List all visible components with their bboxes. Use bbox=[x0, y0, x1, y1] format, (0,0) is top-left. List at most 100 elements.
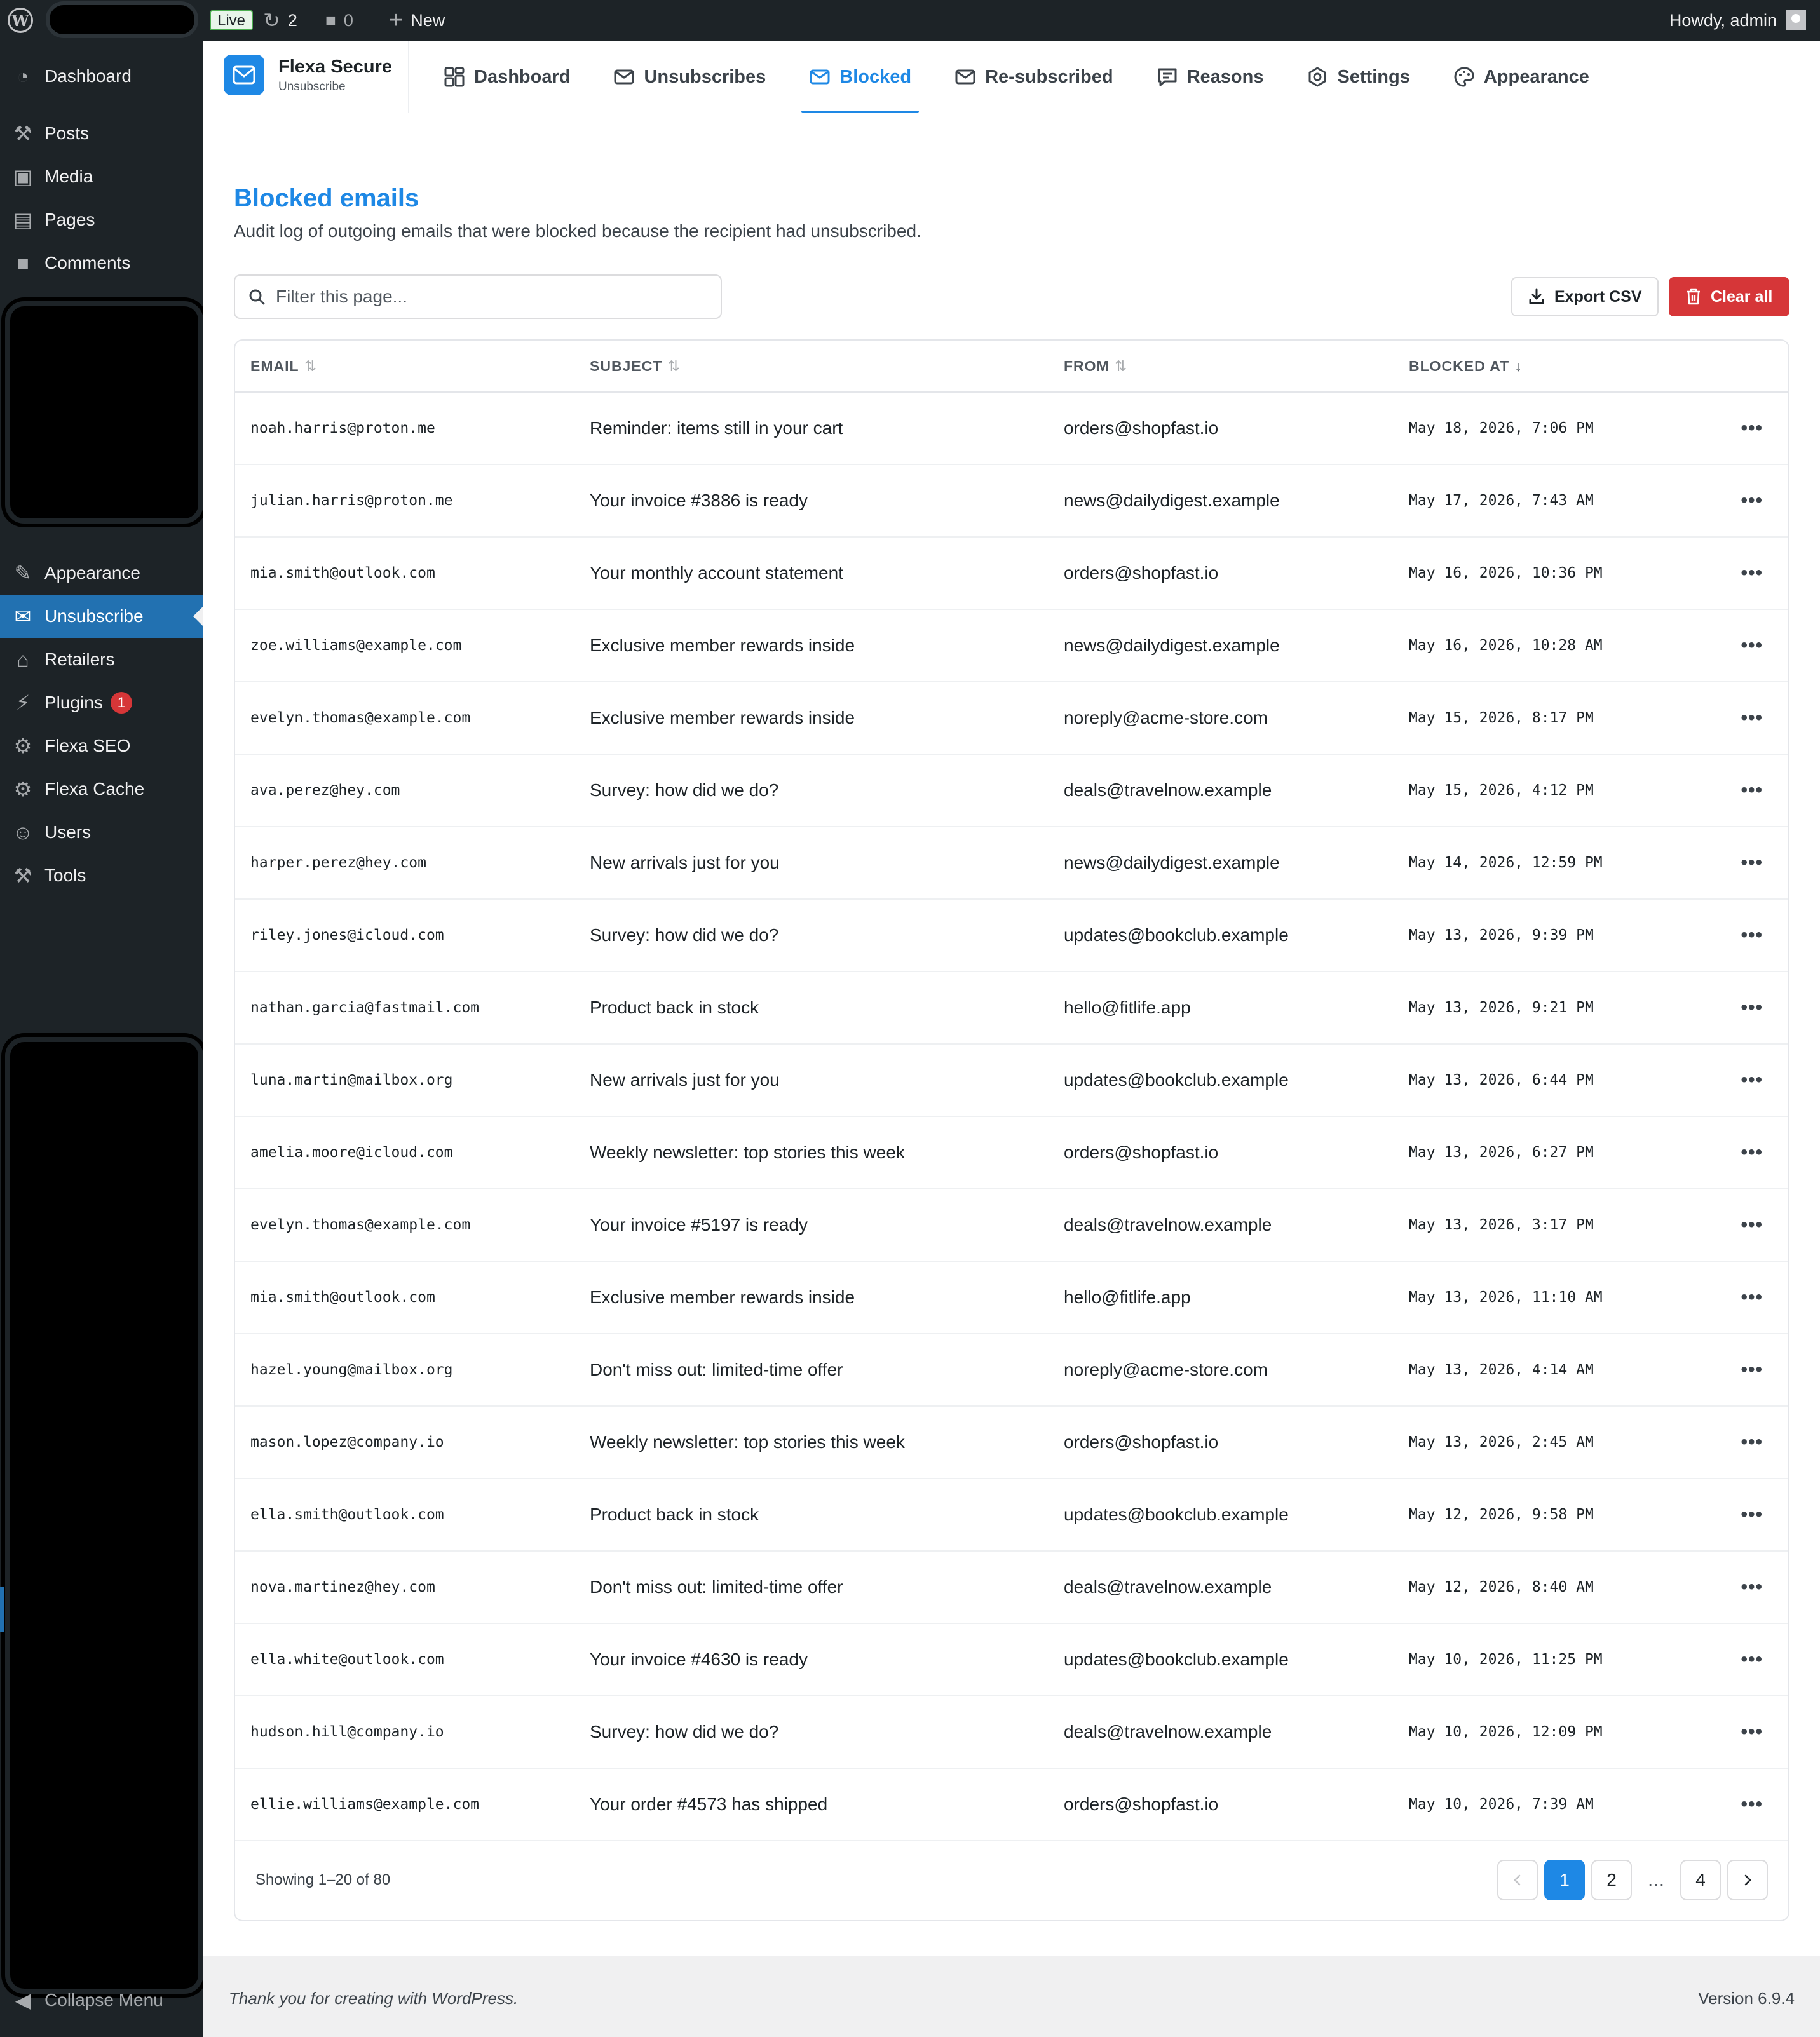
sidebar-item-users[interactable]: ☺ Users bbox=[0, 811, 203, 854]
page-button-4[interactable]: 4 bbox=[1680, 1860, 1721, 1900]
table-footer: Showing 1–20 of 80 1 2 … 4 bbox=[235, 1840, 1788, 1920]
comments-link[interactable]: ■ 0 bbox=[325, 0, 353, 41]
plugin-icon: ⚡ bbox=[15, 691, 31, 714]
admin-footer: Thank you for creating with WordPress. V… bbox=[203, 1956, 1820, 2037]
tab-dashboard[interactable]: Dashboard bbox=[436, 41, 578, 113]
subject-cell: Don't miss out: limited-time offer bbox=[590, 1551, 1064, 1624]
tab-label: Blocked bbox=[839, 66, 912, 87]
sidebar-item-comments[interactable]: ■ Comments bbox=[0, 241, 203, 285]
more-dots-icon: ••• bbox=[1741, 1359, 1763, 1380]
column-header-from[interactable]: FROM ⇅ bbox=[1064, 341, 1409, 393]
more-dots-icon: ••• bbox=[1741, 1504, 1763, 1525]
row-actions-button[interactable]: ••• bbox=[1688, 1261, 1788, 1334]
updates-link[interactable]: ↻ 2 bbox=[263, 0, 297, 41]
subject-cell: Exclusive member rewards inside bbox=[590, 1261, 1064, 1334]
column-header-email[interactable]: EMAIL ⇅ bbox=[235, 341, 590, 393]
plugin-brand[interactable]: Flexa Secure Unsubscribe bbox=[224, 55, 392, 95]
sidebar-item-pages[interactable]: ▤ Pages bbox=[0, 198, 203, 241]
mail-icon bbox=[810, 69, 830, 85]
column-header-blocked-at[interactable]: BLOCKED AT ↓ bbox=[1409, 341, 1688, 393]
sidebar-item-label: Dashboard bbox=[44, 66, 132, 86]
sidebar-item-flexa-seo[interactable]: ⚙ Flexa SEO bbox=[0, 724, 203, 768]
email-cell: ella.white@outlook.com bbox=[235, 1623, 590, 1696]
column-header-subject[interactable]: SUBJECT ⇅ bbox=[590, 341, 1064, 393]
row-actions-button[interactable]: ••• bbox=[1688, 682, 1788, 755]
clear-all-button[interactable]: Clear all bbox=[1669, 277, 1789, 316]
row-actions-button[interactable]: ••• bbox=[1688, 1623, 1788, 1696]
from-cell: deals@travelnow.example bbox=[1064, 1551, 1409, 1624]
sidebar-item-unsubscribe[interactable]: ✉ Unsubscribe bbox=[0, 595, 203, 638]
row-actions-button[interactable]: ••• bbox=[1688, 827, 1788, 900]
download-icon bbox=[1529, 288, 1544, 304]
row-actions-button[interactable]: ••• bbox=[1688, 1696, 1788, 1769]
tab-label: Appearance bbox=[1483, 66, 1589, 87]
tab-reasons[interactable]: Reasons bbox=[1149, 41, 1272, 113]
table-header-row: EMAIL ⇅ SUBJECT ⇅ FROM ⇅ BLOCKED AT ↓ bbox=[235, 341, 1788, 393]
row-actions-button[interactable]: ••• bbox=[1688, 1189, 1788, 1262]
row-actions-button[interactable]: ••• bbox=[1688, 609, 1788, 682]
tab-blocked[interactable]: Blocked bbox=[801, 41, 919, 113]
row-actions-button[interactable]: ••• bbox=[1688, 1479, 1788, 1552]
comment-bubble-icon: ■ bbox=[325, 10, 336, 30]
plugin-header: Flexa Secure Unsubscribe Dashboard Unsub… bbox=[203, 41, 1820, 114]
sidebar-item-appearance[interactable]: ✎ Appearance bbox=[0, 552, 203, 595]
blocked-at-cell: May 10, 2026, 12:09 PM bbox=[1409, 1696, 1688, 1769]
sidebar-item-retailers[interactable]: ⌂ Retailers bbox=[0, 638, 203, 681]
page-button-1[interactable]: 1 bbox=[1544, 1860, 1585, 1900]
prev-page-button[interactable] bbox=[1497, 1860, 1538, 1900]
account-menu[interactable]: Howdy, admin bbox=[1669, 0, 1806, 41]
sidebar-item-media[interactable]: ▣ Media bbox=[0, 155, 203, 198]
new-label: New bbox=[411, 10, 445, 30]
row-actions-button[interactable]: ••• bbox=[1688, 1044, 1788, 1117]
tab-settings[interactable]: Settings bbox=[1299, 41, 1417, 113]
export-csv-button[interactable]: Export CSV bbox=[1511, 277, 1659, 316]
wordpress-logo-icon[interactable]: W bbox=[8, 8, 33, 33]
from-cell: deals@travelnow.example bbox=[1064, 754, 1409, 827]
table-row: ella.white@outlook.com Your invoice #4630… bbox=[235, 1623, 1788, 1696]
new-content-link[interactable]: + New bbox=[389, 0, 445, 41]
sidebar-item-flexa-cache[interactable]: ⚙ Flexa Cache bbox=[0, 768, 203, 811]
row-actions-button[interactable]: ••• bbox=[1688, 392, 1788, 465]
row-actions-button[interactable]: ••• bbox=[1688, 899, 1788, 972]
from-cell: news@dailydigest.example bbox=[1064, 609, 1409, 682]
row-actions-button[interactable]: ••• bbox=[1688, 1551, 1788, 1624]
filter-input[interactable] bbox=[275, 286, 709, 308]
redacted-menu-block bbox=[5, 1037, 203, 1994]
subject-cell: Weekly newsletter: top stories this week bbox=[590, 1116, 1064, 1189]
tab-unsubscribes[interactable]: Unsubscribes bbox=[606, 41, 773, 113]
row-actions-button[interactable]: ••• bbox=[1688, 537, 1788, 610]
row-actions-button[interactable]: ••• bbox=[1688, 1116, 1788, 1189]
next-page-button[interactable] bbox=[1727, 1860, 1768, 1900]
blocked-at-cell: May 12, 2026, 8:40 AM bbox=[1409, 1551, 1688, 1624]
media-icon: ▣ bbox=[13, 165, 33, 188]
from-cell: news@dailydigest.example bbox=[1064, 827, 1409, 900]
sidebar-item-plugins[interactable]: ⚡ Plugins 1 bbox=[0, 681, 203, 724]
collapse-menu-button[interactable]: ◀ Collapse Menu bbox=[0, 1979, 203, 2022]
blocked-at-cell: May 12, 2026, 9:58 PM bbox=[1409, 1479, 1688, 1552]
email-cell: noah.harris@proton.me bbox=[235, 392, 590, 465]
footer-thanks: Thank you for creating with WordPress. bbox=[229, 1989, 519, 2008]
subject-cell: Exclusive member rewards inside bbox=[590, 609, 1064, 682]
row-actions-button[interactable]: ••• bbox=[1688, 1334, 1788, 1407]
from-cell: updates@bookclub.example bbox=[1064, 1479, 1409, 1552]
tab-appearance[interactable]: Appearance bbox=[1446, 41, 1597, 113]
sidebar-item-posts[interactable]: ⚒ Posts bbox=[0, 112, 203, 155]
email-cell: amelia.moore@icloud.com bbox=[235, 1116, 590, 1189]
envelope-icon: ✉ bbox=[14, 605, 32, 628]
sidebar-item-tools[interactable]: ⚒ Tools bbox=[0, 854, 203, 897]
tab-re-subscribed[interactable]: Re-subscribed bbox=[947, 41, 1120, 113]
row-actions-button[interactable]: ••• bbox=[1688, 754, 1788, 827]
blocked-at-cell: May 13, 2026, 11:10 AM bbox=[1409, 1261, 1688, 1334]
more-dots-icon: ••• bbox=[1741, 1069, 1763, 1090]
comments-count: 0 bbox=[343, 10, 353, 30]
row-actions-button[interactable]: ••• bbox=[1688, 464, 1788, 538]
page-button-2[interactable]: 2 bbox=[1591, 1860, 1632, 1900]
more-dots-icon: ••• bbox=[1741, 562, 1763, 583]
row-actions-button[interactable]: ••• bbox=[1688, 1768, 1788, 1841]
pagination-summary: Showing 1–20 of 80 bbox=[255, 1871, 391, 1888]
sidebar-item-label: Tools bbox=[44, 865, 86, 885]
page-title: Blocked emails bbox=[234, 184, 419, 212]
row-actions-button[interactable]: ••• bbox=[1688, 1406, 1788, 1479]
row-actions-button[interactable]: ••• bbox=[1688, 971, 1788, 1045]
sidebar-item-dashboard[interactable]: ◔ Dashboard bbox=[0, 55, 203, 98]
